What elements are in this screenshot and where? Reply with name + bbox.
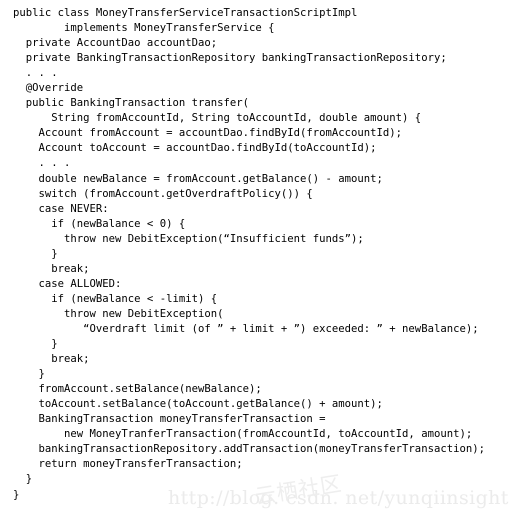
code-line: } [13,247,58,260]
code-line: if (newBalance < 0) { [13,217,186,230]
code-line: case NEVER: [13,202,109,215]
java-source-code: public class MoneyTransferServiceTransac… [0,0,514,503]
code-line: new MoneyTranferTransaction(fromAccountI… [13,428,473,441]
code-line: Account fromAccount = accountDao.findByI… [13,127,403,140]
code-line: } [13,488,20,501]
code-line: . . . [13,157,71,170]
code-line: } [13,368,45,381]
code-line: implements MoneyTransferService { [13,22,275,35]
code-line: if (newBalance < -limit) { [13,292,218,305]
code-line: case ALLOWED: [13,277,122,290]
code-line: fromAccount.setBalance(newBalance); [13,383,262,396]
code-screenshot: public class MoneyTransferServiceTransac… [0,0,514,519]
code-line: } [13,473,33,486]
code-line: public BankingTransaction transfer( [13,97,249,110]
code-line: throw new DebitException( [13,307,224,320]
code-line: return moneyTransferTransaction; [13,458,243,471]
code-line: bankingTransactionRepository.addTransact… [13,443,485,456]
code-line: break; [13,353,90,366]
code-line: BankingTransaction moneyTransferTransact… [13,413,326,426]
code-line: Account toAccount = accountDao.findById(… [13,142,377,155]
code-line: . . . [13,67,58,80]
code-line: “Overdraft limit (of ” + limit + ”) exce… [13,322,479,335]
code-line: double newBalance = fromAccount.getBalan… [13,172,383,185]
code-line: String fromAccountId, String toAccountId… [13,112,422,125]
code-line: @Override [13,82,84,95]
code-line: private BankingTransactionRepository ban… [13,52,447,65]
code-line: throw new DebitException(“Insufficient f… [13,232,364,245]
code-line: public class MoneyTransferServiceTransac… [13,7,358,19]
code-line: private AccountDao accountDao; [13,37,218,50]
code-line: toAccount.setBalance(toAccount.getBalanc… [13,398,383,411]
code-line: } [13,338,58,351]
code-line: switch (fromAccount.getOverdraftPolicy()… [13,187,313,200]
code-line: break; [13,262,90,275]
